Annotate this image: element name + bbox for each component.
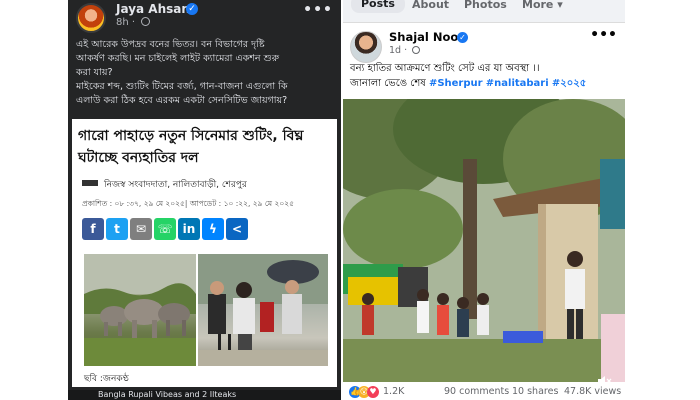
hashtag-link[interactable]: #Sherpur <box>429 78 483 89</box>
post-text-line: আকর্ষণ করছি। মন চাইলেই লাইট ক্যামেরা একশ… <box>76 53 280 64</box>
elephants-photo <box>84 254 196 366</box>
film-crew-photo <box>198 254 328 366</box>
news-photo <box>84 254 328 366</box>
whatsapp-share-icon[interactable]: ☏ <box>154 218 176 240</box>
hashtag-link[interactable]: #২০২৫ <box>552 78 586 89</box>
tab-posts[interactable]: Posts <box>351 0 405 13</box>
post-video[interactable] <box>343 99 625 382</box>
verified-badge-icon: ✓ <box>186 3 198 15</box>
post-time[interactable]: 1d <box>389 45 401 56</box>
views-count: 47.8K views <box>564 386 622 397</box>
twitter-share-icon[interactable]: t <box>106 218 128 240</box>
tab-photos[interactable]: Photos <box>464 0 507 11</box>
profile-tabs: Posts About Photos More ▾ <box>343 0 625 16</box>
reactions-strip[interactable]: Bangla Rupali Vibeas and 2 Ilteaks <box>68 390 341 400</box>
email-share-icon[interactable]: ✉ <box>130 218 152 240</box>
avatar[interactable] <box>76 3 106 33</box>
reaction-count[interactable]: 1.2K <box>383 386 404 397</box>
shares-count[interactable]: 10 shares <box>512 386 558 397</box>
news-byline: নিজস্ব সংবাদদাতা, নালিতাবাড়ী, শেরপুর <box>82 177 247 192</box>
elephants-illustration <box>84 254 196 366</box>
post-text-line: জানালা ভেঙে শেষ #Sherpur #nalitabari #২০… <box>350 76 622 91</box>
more-options-button[interactable]: ••• <box>590 27 617 43</box>
verified-badge-icon: ✓ <box>457 32 468 43</box>
byline-marker <box>82 180 98 186</box>
left-post-panel: Jaya Ahsan ✓ 8h · ••• এই আরেক উপদ্রব বনে… <box>68 0 341 400</box>
post-text: বন্য হাতির আক্রমণে শুটিং সেট এর যা অবস্থ… <box>350 61 622 91</box>
post-card: Shajal Noor ✓ 1d · ••• বন্য হাতির আক্রমণ… <box>343 22 625 400</box>
news-headline: গারো পাহাড়ে নতুন সিনেমার শুটিং, বিঘ্ন ঘ… <box>78 128 304 166</box>
post-text-line: বন্য হাতির আক্রমণে শুটিং সেট এর যা অবস্থ… <box>350 63 540 74</box>
post-time[interactable]: 8h <box>116 17 129 28</box>
author-name[interactable]: Jaya Ahsan <box>116 2 190 16</box>
reactions-bar: 👍 😮 ♥ 1.2K 90 comments 10 shares 47.8K v… <box>349 386 625 400</box>
linkedin-share-icon[interactable]: in <box>178 218 200 240</box>
tab-more[interactable]: More ▾ <box>522 0 563 11</box>
post-header: Jaya Ahsan ✓ 8h · ••• <box>68 0 341 38</box>
post-text-line: এই আরেক উপদ্রব বনের ভিতর। বন বিভাগের দৃষ… <box>76 39 265 50</box>
right-post-panel: Posts About Photos More ▾ Shajal Noor ✓ … <box>343 0 625 400</box>
mute-speaker-icon[interactable] <box>598 371 612 386</box>
more-options-button[interactable]: ••• <box>303 2 333 18</box>
photo-caption: ছবি :জনকণ্ঠ <box>84 374 129 384</box>
facebook-share-icon[interactable]: f <box>82 218 104 240</box>
post-meta: 1d · <box>389 45 421 56</box>
post-text-line: মাইকের শব্দ, শ্যুটিং টিমের বর্জ্য, গান-ব… <box>76 81 288 92</box>
byline-text: নিজস্ব সংবাদদাতা, নালিতাবাড়ী, শেরপুর <box>104 180 247 190</box>
news-clipping-image[interactable]: গারো পাহাড়ে নতুন সিনেমার শুটিং, বিঘ্ন ঘ… <box>72 119 337 387</box>
post-text-prefix: জানালা ভেঙে শেষ <box>350 78 429 89</box>
news-published-date: প্রকাশিত : ০৮ :৩৭, ২৯ মে ২০২৫| আপডেট : ১… <box>82 199 294 208</box>
globe-icon <box>141 17 151 26</box>
author-name[interactable]: Shajal Noor <box>389 30 464 44</box>
avatar[interactable] <box>350 31 382 63</box>
share-share-icon[interactable]: < <box>226 218 248 240</box>
shooting-set-scene <box>343 99 625 382</box>
post-meta: 8h · <box>116 17 151 28</box>
hashtag-link[interactable]: #nalitabari <box>486 78 549 89</box>
post-text: এই আরেক উপদ্রব বনের ভিতর। বন বিভাগের দৃষ… <box>76 38 338 108</box>
post-text-line: করা যায়? <box>76 67 113 78</box>
tab-about[interactable]: About <box>412 0 449 11</box>
messenger-share-icon[interactable]: ϟ <box>202 218 224 240</box>
film-crew-illustration <box>198 254 328 366</box>
post-text-line: এলাউ করা ঠিক হবে এরকম একটা সেনসিটিভ জায়… <box>76 95 288 106</box>
globe-icon <box>412 46 421 54</box>
comments-count[interactable]: 90 comments <box>444 386 509 397</box>
love-reaction-icon: ♥ <box>367 386 379 398</box>
